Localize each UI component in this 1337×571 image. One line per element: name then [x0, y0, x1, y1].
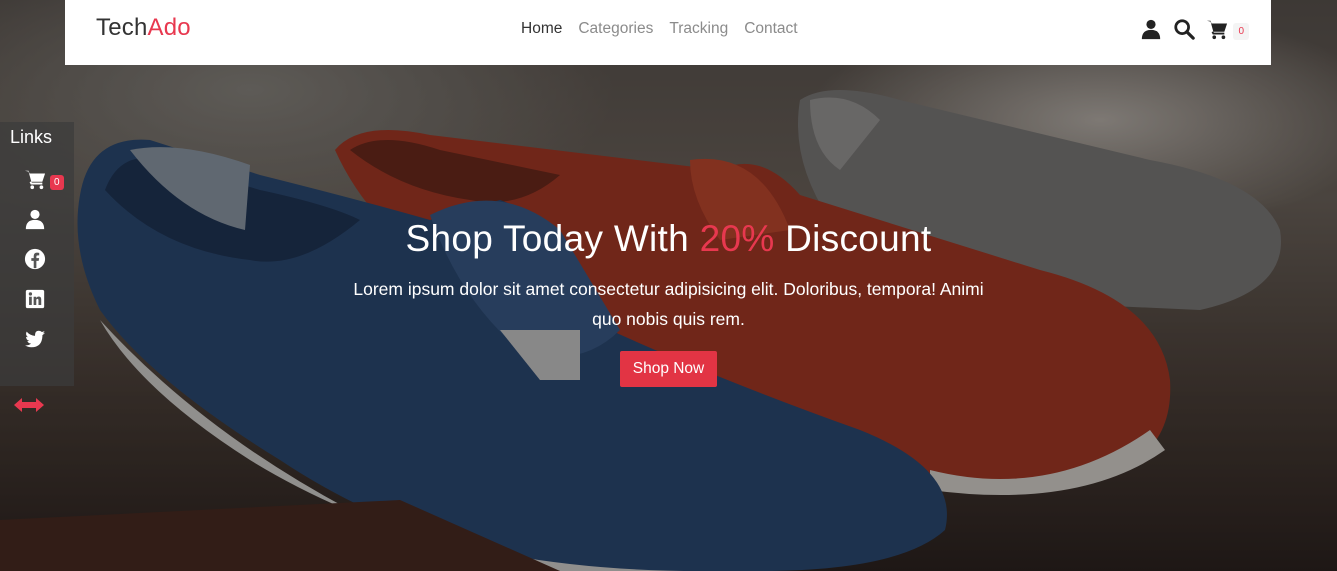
nav-link-contact[interactable]: Contact — [744, 20, 797, 38]
user-icon[interactable] — [1140, 18, 1162, 40]
shop-now-button[interactable]: Shop Now — [619, 351, 718, 387]
hero-content: Shop Today With 20% Discount Lorem ipsum… — [300, 218, 1037, 387]
hero-title-part1: Shop Today With — [405, 218, 700, 259]
cart-count-badge: 0 — [1233, 23, 1249, 40]
brand-name-part1: Tech — [96, 14, 148, 41]
nav-link-home[interactable]: Home — [521, 20, 562, 38]
hero-description: Lorem ipsum dolor sit amet consectetur a… — [353, 279, 984, 329]
hero-title: Shop Today With 20% Discount — [300, 218, 1037, 260]
linkedin-icon[interactable] — [24, 288, 46, 310]
hero-title-part2: Discount — [774, 218, 932, 259]
twitter-icon[interactable] — [24, 328, 46, 350]
brand-name-part2: Ado — [147, 14, 191, 41]
side-user-icon[interactable] — [24, 208, 46, 230]
facebook-icon[interactable] — [24, 248, 46, 270]
hero-title-highlight: 20% — [699, 218, 775, 259]
side-panel-title: Links — [10, 127, 53, 147]
side-cart-icon[interactable] — [24, 168, 46, 190]
top-navbar: TechAdo Home Categories Tracking Contact… — [65, 0, 1271, 65]
nav-link-tracking[interactable]: Tracking — [669, 20, 728, 38]
brand-logo[interactable]: TechAdo — [96, 14, 191, 42]
cart-icon[interactable] — [1206, 18, 1228, 40]
search-icon[interactable] — [1173, 18, 1196, 40]
double-arrow-icon[interactable] — [12, 396, 46, 414]
side-links-panel: Links 0 — [0, 122, 74, 386]
nav-link-categories[interactable]: Categories — [578, 20, 653, 38]
nav-icons: 0 — [1140, 17, 1249, 40]
side-cart-count-badge: 0 — [50, 175, 64, 190]
nav-links: Home Categories Tracking Contact — [521, 20, 798, 38]
